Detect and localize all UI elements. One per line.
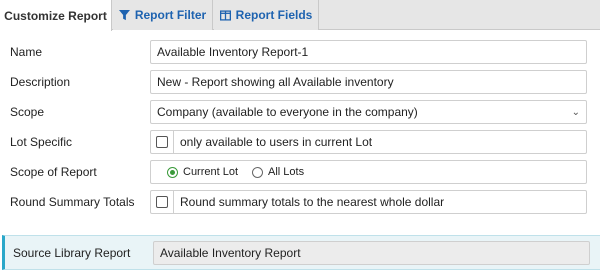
tab-report-filter[interactable]: Report Filter [113,0,213,30]
source-library-value: Available Inventory Report [160,246,301,260]
scope-of-report-label: Scope of Report [10,165,97,179]
description-row: Description New - Report showing all Ava… [0,67,600,97]
checkbox-cell [151,131,174,153]
name-row: Name Available Inventory Report-1 [0,37,600,67]
lot-specific-field: only available to users in current Lot [150,130,587,154]
round-summary-label: Round Summary Totals [10,195,135,209]
radio-button-all-lots[interactable] [252,166,264,178]
tab-label: Report Filter [134,8,207,22]
scope-value: Company (available to everyone in the co… [157,105,418,119]
description-label: Description [10,75,71,89]
checkbox-cell [151,191,174,213]
description-value: New - Report showing all Available inven… [157,75,394,89]
scope-label: Scope [10,105,45,119]
lot-specific-checkbox[interactable] [156,136,168,148]
scope-of-report-row: Scope of Report Current Lot All Lots [0,157,600,187]
round-summary-field: Round summary totals to the nearest whol… [150,190,587,214]
radio-label-all-lots: All Lots [268,166,305,178]
tab-label: Report Fields [235,8,313,22]
scope-of-report-field: Current Lot All Lots [150,160,587,184]
round-summary-row: Round Summary Totals Round summary total… [0,187,600,217]
scope-row: Scope Company (available to everyone in … [0,97,600,127]
radio-button-current-lot[interactable] [167,166,178,178]
lot-specific-row: Lot Specific only available to users in … [0,127,600,157]
source-library-field: Available Inventory Report [153,241,590,265]
round-summary-text: Round summary totals to the nearest whol… [180,195,445,209]
radio-label-current-lot: Current Lot [183,166,239,178]
radio-option-all-lots[interactable]: All Lots [252,166,304,178]
name-field[interactable]: Available Inventory Report-1 [150,40,587,64]
lot-specific-label: Lot Specific [10,135,73,149]
lot-specific-text: only available to users in current Lot [180,135,373,149]
description-field[interactable]: New - Report showing all Available inven… [150,70,587,94]
source-library-label: Source Library Report [13,246,131,260]
columns-icon [219,9,231,21]
tab-report-fields[interactable]: Report Fields [214,0,319,30]
radio-option-current-lot[interactable]: Current Lot [167,166,238,178]
tab-bar: Customize Report Report Filter Report Fi… [0,0,600,31]
tab-label: Customize Report [4,8,107,23]
name-label: Name [10,45,43,59]
round-summary-checkbox[interactable] [156,196,168,208]
name-value: Available Inventory Report-1 [157,45,309,59]
scope-select[interactable]: Company (available to everyone in the co… [150,100,587,124]
source-library-section: Source Library Report Available Inventor… [2,235,600,270]
chevron-down-icon: ⌄ [571,106,580,118]
filter-icon [118,9,130,20]
tab-customize-report[interactable]: Customize Report [0,0,112,31]
